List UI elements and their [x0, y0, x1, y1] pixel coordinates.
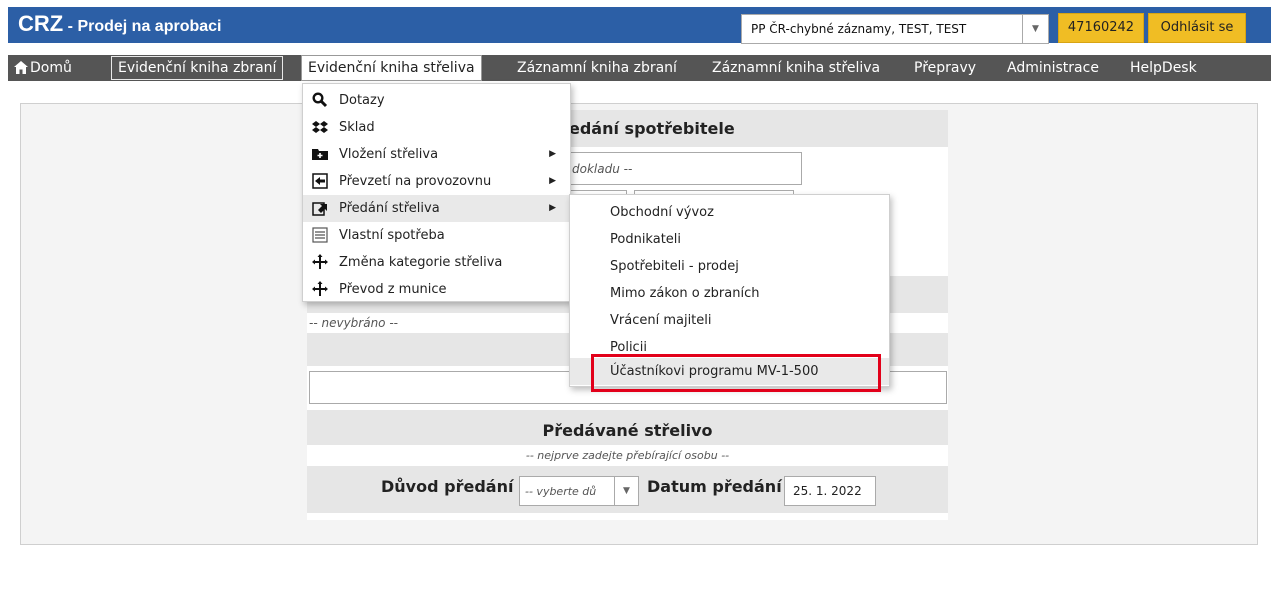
menu-item-prevzeti-na-provozovnu[interactable]: Převzetí na provozovnu ▶	[303, 168, 570, 195]
search-icon	[312, 92, 328, 108]
chevron-down-icon[interactable]: ▼	[614, 477, 638, 505]
app-title: CRZ - Prodej na aprobaci	[18, 11, 221, 37]
nav-label: HelpDesk	[1130, 60, 1197, 76]
highlight-annotation	[591, 354, 881, 392]
submenu-label: Obchodní vývoz	[610, 205, 714, 220]
submenu-spotrebiteli-prodej[interactable]: Spotřebiteli - prodej	[570, 253, 889, 280]
move-arrows-icon	[312, 254, 328, 269]
submenu-obchodni-vyvoz[interactable]: Obchodní vývoz	[570, 199, 889, 226]
menu-item-label: Převod z munice	[339, 282, 447, 297]
caret-right-icon: ▶	[549, 149, 556, 159]
nav-zaznamni-kniha-zbrani[interactable]: Záznamní kniha zbraní	[511, 55, 683, 81]
app-subtitle: - Prodej na aprobaci	[63, 18, 222, 35]
menu-item-vlozeni-streliva[interactable]: Vložení střeliva ▶	[303, 141, 570, 168]
nav-home-label: Domů	[30, 60, 72, 76]
section-ammo-header: Předávané střelivo	[307, 410, 948, 445]
section-title: Předávané střelivo	[542, 421, 713, 440]
nav-label: Záznamní kniha zbraní	[517, 60, 677, 76]
app-name: CRZ	[18, 11, 64, 36]
menu-item-label: Převzetí na provozovnu	[339, 174, 492, 189]
submenu-mimo-zakon-o-zbranich[interactable]: Mimo zákon o zbraních	[570, 280, 889, 307]
logout-button[interactable]: Odhlásit se	[1148, 13, 1246, 43]
sign-in-icon	[312, 173, 328, 189]
nav-administrace[interactable]: Administrace	[1001, 55, 1105, 81]
menu-item-vlastni-spotreba[interactable]: Vlastní spotřeba	[303, 222, 570, 249]
nav-prepravy[interactable]: Přepravy	[908, 55, 982, 81]
nav-label: Přepravy	[914, 60, 977, 76]
date-input[interactable]: 25. 1. 2022	[784, 476, 876, 506]
menu-item-sklad[interactable]: Sklad	[303, 114, 570, 141]
nav-home[interactable]: Domů	[12, 55, 78, 81]
ammo-hint: -- nejprve zadejte přebírající osobu --	[307, 448, 948, 463]
menu-item-label: Sklad	[339, 120, 375, 135]
submenu-label: Podnikateli	[610, 232, 682, 247]
transfer-reason-row: Důvod předání -- vyberte dů ▼ Datum před…	[307, 466, 948, 513]
nav-label: Záznamní kniha střeliva	[712, 60, 881, 76]
submenu-vraceni-majiteli[interactable]: Vrácení majiteli	[570, 307, 889, 334]
chevron-down-icon[interactable]: ▼	[1022, 15, 1048, 43]
nav-helpdesk[interactable]: HelpDesk	[1124, 55, 1203, 81]
list-icon	[312, 227, 328, 243]
nav-label: Evidenční kniha zbraní	[118, 60, 277, 76]
section-title: edání spotřebitele	[569, 119, 735, 138]
submenu-podnikateli[interactable]: Podnikateli	[570, 226, 889, 253]
home-icon	[14, 61, 28, 74]
reason-select[interactable]: -- vyberte dů ▼	[519, 476, 639, 506]
menu-item-prevod-z-munice[interactable]: Převod z munice	[303, 276, 570, 303]
organization-select-value: PP ČR-chybné záznamy, TEST, TEST	[751, 22, 967, 36]
caret-right-icon: ▶	[549, 176, 556, 186]
submenu-label: Spotřebiteli - prodej	[610, 259, 739, 274]
menu-item-label: Dotazy	[339, 93, 385, 108]
nav-zaznamni-kniha-streliva[interactable]: Záznamní kniha střeliva	[706, 55, 886, 81]
nav-label: Evidenční kniha střeliva	[308, 60, 475, 76]
main-nav: Domů Evidenční kniha zbraní Evidenční kn…	[8, 55, 1271, 81]
date-value: 25. 1. 2022	[793, 484, 862, 498]
reason-label: Důvod předání	[381, 477, 514, 496]
menu-item-label: Vložení střeliva	[339, 147, 439, 162]
ammo-book-dropdown: Dotazy Sklad Vložení střeliva ▶ Převzetí…	[302, 83, 571, 302]
menu-item-label: Změna kategorie střeliva	[339, 255, 503, 270]
move-arrows-icon	[312, 281, 328, 296]
dropbox-icon	[312, 121, 328, 133]
not-selected-label: -- nevybráno --	[309, 316, 398, 330]
ammo-hint-text: -- nejprve zadejte přebírající osobu --	[525, 449, 730, 462]
menu-item-zmena-kategorie-streliva[interactable]: Změna kategorie střeliva	[303, 249, 570, 276]
share-arrow-icon	[312, 202, 327, 216]
menu-item-label: Vlastní spotřeba	[339, 228, 445, 243]
not-selected-text: -- nevybráno --	[309, 316, 398, 331]
submenu-label: Mimo zákon o zbraních	[610, 286, 760, 301]
top-header: CRZ - Prodej na aprobaci PP ČR-chybné zá…	[8, 7, 1271, 44]
menu-item-dotazy[interactable]: Dotazy	[303, 87, 570, 114]
organization-select[interactable]: PP ČR-chybné záznamy, TEST, TEST ▼	[741, 14, 1049, 44]
date-label: Datum předání	[647, 477, 782, 496]
nav-label: Administrace	[1007, 60, 1099, 76]
reason-select-placeholder: -- vyberte dů	[525, 485, 597, 498]
nav-evidencni-kniha-zbrani[interactable]: Evidenční kniha zbraní	[111, 56, 284, 80]
caret-right-icon: ▶	[549, 203, 556, 213]
menu-item-predani-streliva[interactable]: Předání střeliva ▶	[303, 195, 570, 222]
menu-item-label: Předání střeliva	[339, 201, 440, 216]
folder-add-icon	[312, 149, 328, 160]
nav-evidencni-kniha-streliva[interactable]: Evidenční kniha střeliva	[301, 55, 482, 81]
document-number-input[interactable]: dokladu --	[565, 152, 802, 185]
document-number-placeholder: dokladu --	[572, 162, 633, 176]
submenu-label: Vrácení majiteli	[610, 313, 712, 328]
user-id-badge[interactable]: 47160242	[1058, 13, 1144, 43]
